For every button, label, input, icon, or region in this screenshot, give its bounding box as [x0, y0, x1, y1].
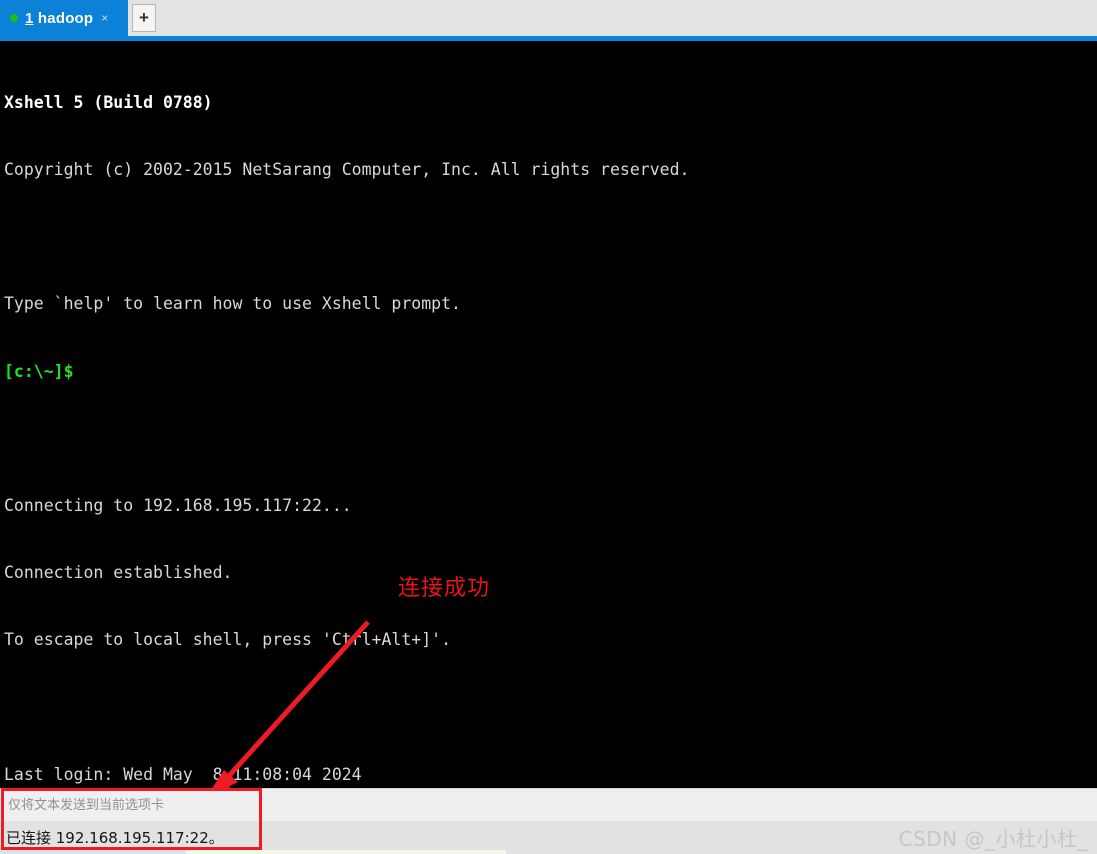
send-text-bar	[0, 788, 1097, 822]
tab-session-name: hadoop	[37, 9, 94, 27]
tab-label: 1 hadoop	[25, 10, 93, 27]
tab-hadoop[interactable]: 1 hadoop ×	[0, 0, 128, 36]
connection-status-text: 已连接 192.168.195.117:22。	[6, 829, 224, 847]
tab-bar: 1 hadoop × +	[0, 0, 1097, 36]
terminal-lines: Xshell 5 (Build 0788) Copyright (c) 2002…	[4, 47, 689, 788]
new-tab-button[interactable]: +	[132, 4, 156, 32]
terminal-line: Type `help' to learn how to use Xshell p…	[4, 294, 461, 314]
terminal-output-area[interactable]: Xshell 5 (Build 0788) Copyright (c) 2002…	[0, 41, 1097, 788]
send-text-input[interactable]	[0, 788, 260, 822]
terminal-line-local-prompt: [c:\~]$	[4, 361, 74, 381]
csdn-watermark: CSDN @_小杜小杜_	[898, 827, 1088, 851]
terminal-line: Connection established.	[4, 563, 233, 583]
annotation-label: 连接成功	[398, 576, 491, 601]
xshell-window: 1 hadoop × + Xshell 5 (Build 0788) Copyr…	[0, 0, 1097, 854]
close-icon[interactable]: ×	[101, 12, 108, 24]
terminal-line: Copyright (c) 2002-2015 NetSarang Comput…	[4, 160, 690, 180]
terminal-line: Xshell 5 (Build 0788)	[4, 92, 213, 112]
terminal-line: Last login: Wed May 8 11:08:04 2024	[4, 764, 362, 784]
terminal-line: To escape to local shell, press 'Ctrl+Al…	[4, 630, 452, 650]
tab-index: 1	[25, 9, 34, 27]
terminal-line: Connecting to 192.168.195.117:22...	[4, 496, 352, 516]
bottom-edge-strip	[186, 850, 506, 854]
connection-status-dot-icon	[10, 14, 18, 22]
